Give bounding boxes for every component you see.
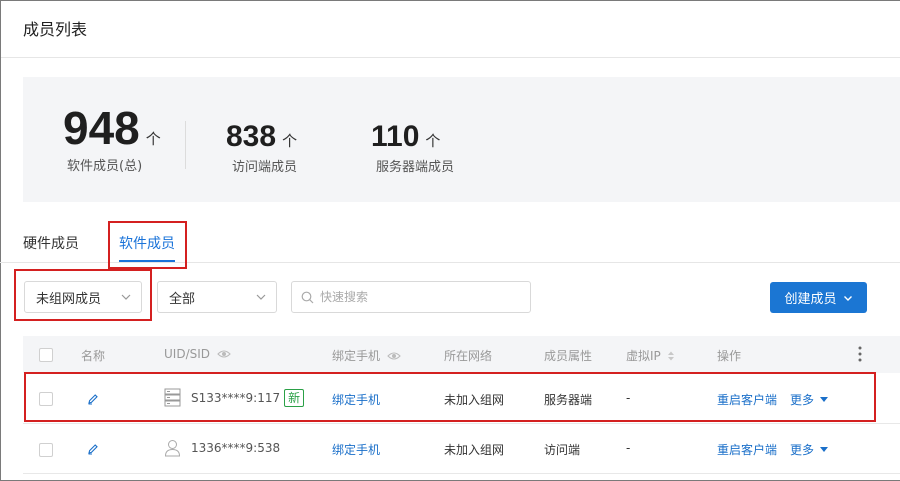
search-input[interactable] (320, 290, 520, 304)
bind-phone-link[interactable]: 绑定手机 (332, 441, 380, 458)
caret-down-icon (820, 446, 829, 452)
stat-access-label: 访问端成员 (232, 160, 298, 175)
stat-server-value: 110 (371, 120, 420, 153)
create-member-label: 创建成员 (784, 292, 837, 307)
uid-text: 1336****9:538 (191, 441, 281, 455)
caret-down-icon (820, 396, 829, 402)
vip-cell: - (626, 391, 631, 405)
table-row: 1336****9:538 绑定手机 未加入组网 访问端 - 重启客户端 更多 (23, 424, 900, 474)
col-attr: 成员属性 (544, 349, 593, 363)
col-phone: 绑定手机 (332, 347, 401, 364)
stat-access-unit: 个 (282, 132, 298, 150)
col-vip-label: 虚拟IP (626, 349, 661, 363)
restart-client-link[interactable]: 重启客户端 (717, 441, 777, 458)
uid-cell: 1336****9:538 (164, 439, 280, 457)
col-name: 名称 (81, 349, 106, 363)
attr-cell: 访问端 (544, 443, 581, 457)
table-header: 名称 UID/SID 绑定手机 所在网络 成员属性 虚拟IP 操作 (23, 336, 900, 373)
search-box[interactable] (291, 281, 531, 313)
network-cell: 未加入组网 (444, 393, 505, 407)
member-tabs: 硬件成员 软件成员 (0, 223, 900, 263)
tab-hardware-members[interactable]: 硬件成员 (23, 233, 79, 253)
attr-cell: 服务器端 (544, 393, 593, 407)
stat-total: 948 个 软件成员(总) (63, 105, 161, 174)
group-filter-select[interactable]: 未组网成员 (24, 281, 142, 313)
uid-cell: S133****9:117 新 (164, 388, 305, 407)
more-vertical-icon[interactable] (858, 346, 862, 362)
tab-software-label: 软件成员 (119, 236, 175, 252)
stat-total-value: 948 (63, 102, 140, 154)
eye-icon[interactable] (387, 351, 401, 361)
page-title: 成员列表 (23, 20, 88, 39)
chevron-down-icon (843, 295, 852, 301)
group-filter-value: 未组网成员 (36, 291, 102, 307)
vip-cell: - (626, 441, 631, 455)
more-dropdown[interactable]: 更多 (790, 391, 829, 408)
tab-active-underline (119, 260, 175, 262)
restart-client-link[interactable]: 重启客户端 (717, 391, 777, 408)
bind-phone-link[interactable]: 绑定手机 (332, 391, 380, 408)
type-filter-select[interactable]: 全部 (157, 281, 277, 313)
more-dropdown[interactable]: 更多 (790, 441, 829, 458)
sort-icon[interactable] (667, 350, 675, 362)
row-checkbox[interactable] (39, 443, 53, 457)
col-uid: UID/SID (164, 347, 231, 361)
row-checkbox[interactable] (39, 392, 53, 406)
uid-text: S133****9:117 (191, 390, 281, 405)
col-uid-label: UID/SID (164, 347, 211, 361)
create-member-button[interactable]: 创建成员 (770, 282, 867, 313)
stat-access-value: 838 (226, 120, 277, 153)
stat-total-label: 软件成员(总) (67, 159, 143, 174)
more-label: 更多 (790, 443, 815, 457)
type-filter-value: 全部 (169, 291, 196, 307)
more-label: 更多 (790, 393, 815, 407)
col-network: 所在网络 (444, 349, 493, 363)
stat-server-label: 服务器端成员 (376, 160, 455, 175)
stat-total-unit: 个 (145, 130, 161, 148)
stat-server-unit: 个 (425, 132, 441, 150)
user-icon (164, 440, 181, 457)
stat-access: 838 个 访问端成员 (226, 120, 298, 176)
edit-icon[interactable] (87, 443, 99, 455)
stat-separator (185, 121, 186, 169)
tab-software-members[interactable]: 软件成员 (119, 233, 175, 262)
select-all-checkbox[interactable] (39, 348, 53, 362)
col-actions: 操作 (717, 349, 742, 363)
stat-server: 110 个 服务器端成员 (371, 120, 455, 176)
title-divider (1, 57, 900, 58)
col-phone-label: 绑定手机 (332, 349, 381, 363)
search-icon (301, 291, 314, 303)
edit-icon[interactable] (87, 393, 99, 405)
chevron-down-icon (256, 294, 266, 300)
network-cell: 未加入组网 (444, 443, 505, 457)
new-badge: 新 (284, 388, 305, 407)
eye-icon[interactable] (217, 349, 231, 359)
chevron-down-icon (121, 294, 131, 300)
stats-panel: 948 个 软件成员(总) 838 个 访问端成员 110 个 服务器端成员 (23, 77, 900, 202)
table-row: S133****9:117 新 绑定手机 未加入组网 服务器端 - 重启客户端 … (23, 374, 900, 424)
server-icon (164, 388, 181, 407)
col-vip[interactable]: 虚拟IP (626, 347, 675, 364)
